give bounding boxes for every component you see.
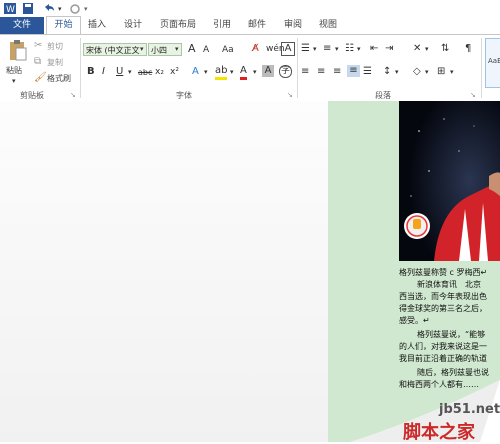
asian-layout-icon[interactable]: ✕ [413, 43, 421, 55]
ribbon-tabs: 文件 开始 插入 设计 页面布局 引用 邮件 审阅 视图 [0, 16, 500, 34]
highlight-icon[interactable]: ab [215, 65, 228, 80]
show-formatting-icon[interactable]: ¶ [465, 43, 471, 55]
customize-qat-icon[interactable]: ▾ [84, 3, 88, 15]
character-border-icon[interactable]: A [281, 42, 295, 56]
tab-home[interactable]: 开始 [46, 16, 81, 34]
tab-insert[interactable]: 插入 [82, 17, 112, 34]
paste-dropdown-icon[interactable]: ▾ [12, 75, 16, 87]
borders-dropdown-icon[interactable]: ▾ [450, 66, 454, 78]
doc-paragraph-line: 的人们，对我来说这是一 [399, 342, 487, 351]
align-center-icon[interactable]: ≡ [317, 66, 325, 78]
bullets-icon[interactable]: ☰ [301, 43, 310, 55]
clear-formatting-icon[interactable]: A̸ [252, 43, 259, 55]
doc-paragraph-line: 新浪体育讯 北京 [417, 280, 481, 289]
multilevel-list-icon[interactable]: ☷ [345, 43, 354, 55]
cut-button[interactable]: 剪切 [47, 41, 63, 52]
copy-button[interactable]: 复制 [47, 57, 63, 68]
shrink-font-icon[interactable]: A [203, 44, 209, 56]
undo-icon[interactable] [42, 2, 56, 15]
enclose-characters-icon[interactable]: 字 [279, 65, 292, 78]
svg-text:W: W [6, 5, 15, 15]
change-case-icon[interactable]: Aa [222, 44, 234, 56]
doc-paragraph-line: 我目前正沿着正确的轨道 [399, 354, 487, 363]
distributed-icon[interactable]: ☰ [363, 66, 372, 78]
line-spacing-dropdown-icon[interactable]: ▾ [395, 66, 399, 78]
font-size-dropdown-icon[interactable]: ▾ [175, 43, 179, 55]
tab-view[interactable]: 视图 [313, 17, 343, 34]
ribbon-home: 粘贴 ▾ ✂ 剪切 ⧉ 复制 🖌 格式刷 剪贴板 ↘ 宋体 (中文正文 ▾ 小四… [0, 34, 500, 102]
word-app-icon: W [4, 3, 16, 15]
doc-paragraph-line: 随后，格列兹曼也说 [417, 368, 489, 377]
font-color-icon[interactable]: A [240, 65, 247, 80]
tab-file[interactable]: 文件 [0, 17, 44, 34]
character-shading-icon[interactable]: A [262, 65, 274, 77]
doc-paragraph-line: 格列兹曼说，“能够 [417, 330, 486, 339]
highlight-dropdown-icon[interactable]: ▾ [230, 66, 234, 78]
doc-paragraph-line: 西当选，而今年表现出色 [399, 292, 487, 301]
cut-icon[interactable]: ✂ [34, 40, 42, 52]
divider [297, 38, 298, 98]
tab-review[interactable]: 审阅 [276, 17, 310, 34]
watermark-text: 脚本之家 [403, 422, 475, 443]
multilevel-dropdown-icon[interactable]: ▾ [357, 43, 361, 55]
title-bar: W ▾ ▾ [0, 0, 500, 17]
align-left-icon[interactable]: ≡ [301, 66, 309, 78]
font-launcher-icon[interactable]: ↘ [287, 89, 293, 101]
font-group-label: 字体 [176, 91, 192, 100]
styles-gallery[interactable]: AaB [485, 38, 500, 88]
underline-dropdown-icon[interactable]: ▾ [128, 66, 132, 78]
style-sample: AaB [488, 57, 500, 65]
bullets-dropdown-icon[interactable]: ▾ [313, 43, 317, 55]
paragraph-launcher-icon[interactable]: ↘ [470, 89, 476, 101]
justify-icon[interactable]: ≡ [347, 65, 360, 77]
copy-icon[interactable]: ⧉ [34, 56, 41, 68]
numbering-dropdown-icon[interactable]: ▾ [335, 43, 339, 55]
undo-dropdown-icon[interactable]: ▾ [58, 3, 62, 15]
tab-references[interactable]: 引用 [207, 17, 237, 34]
strikethrough-button[interactable]: abc [138, 67, 152, 79]
subscript-button[interactable]: x₂ [155, 66, 164, 78]
text-effects-icon[interactable]: A [192, 66, 199, 78]
shading-icon[interactable]: ◇ [413, 66, 421, 78]
clipboard-launcher-icon[interactable]: ↘ [70, 89, 76, 101]
tab-design[interactable]: 设计 [116, 17, 150, 34]
document-photo[interactable] [399, 101, 500, 261]
document-workspace [0, 101, 328, 442]
sort-icon[interactable]: ⇅ [441, 43, 449, 55]
font-name-dropdown-icon[interactable]: ▾ [140, 43, 144, 55]
underline-button[interactable]: U [116, 66, 123, 78]
numbering-icon[interactable]: ≡ [323, 43, 331, 55]
clipboard-group-label: 剪贴板 [20, 91, 44, 100]
font-name-select[interactable]: 宋体 (中文正文 [83, 43, 147, 56]
text-effects-dropdown-icon[interactable]: ▾ [204, 66, 208, 78]
format-painter-button[interactable]: 格式刷 [47, 73, 71, 84]
borders-icon[interactable]: ⊞ [437, 66, 445, 78]
doc-paragraph-line: 得金球奖的第三名之后， [399, 304, 487, 313]
paste-icon[interactable] [8, 39, 28, 63]
doc-title-line: 格列兹曼称赞 c 罗梅西↵ [399, 268, 488, 277]
format-painter-icon[interactable]: 🖌 [34, 72, 47, 84]
decrease-indent-icon[interactable]: ⇤ [370, 43, 378, 55]
superscript-button[interactable]: x² [170, 66, 179, 78]
divider [481, 38, 482, 98]
font-color-dropdown-icon[interactable]: ▾ [253, 66, 257, 78]
italic-button[interactable]: I [102, 66, 105, 78]
increase-indent-icon[interactable]: ⇥ [385, 43, 393, 55]
paragraph-group-label: 段落 [375, 91, 391, 100]
asian-layout-dropdown-icon[interactable]: ▾ [425, 43, 429, 55]
tab-page-layout[interactable]: 页面布局 [153, 17, 203, 34]
watermark-url: jb51.net [439, 402, 500, 417]
save-icon[interactable] [22, 2, 34, 15]
shading-dropdown-icon[interactable]: ▾ [425, 66, 429, 78]
bold-button[interactable]: B [87, 66, 95, 78]
tab-mailings[interactable]: 邮件 [242, 17, 272, 34]
redo-icon[interactable] [69, 2, 81, 15]
grow-font-icon[interactable]: A [188, 43, 196, 55]
line-spacing-icon[interactable]: ↕ [383, 66, 391, 78]
divider [80, 38, 81, 98]
doc-paragraph-line: 感受。↵ [399, 316, 430, 325]
align-right-icon[interactable]: ≡ [333, 66, 341, 78]
photo-illustration [399, 101, 500, 261]
